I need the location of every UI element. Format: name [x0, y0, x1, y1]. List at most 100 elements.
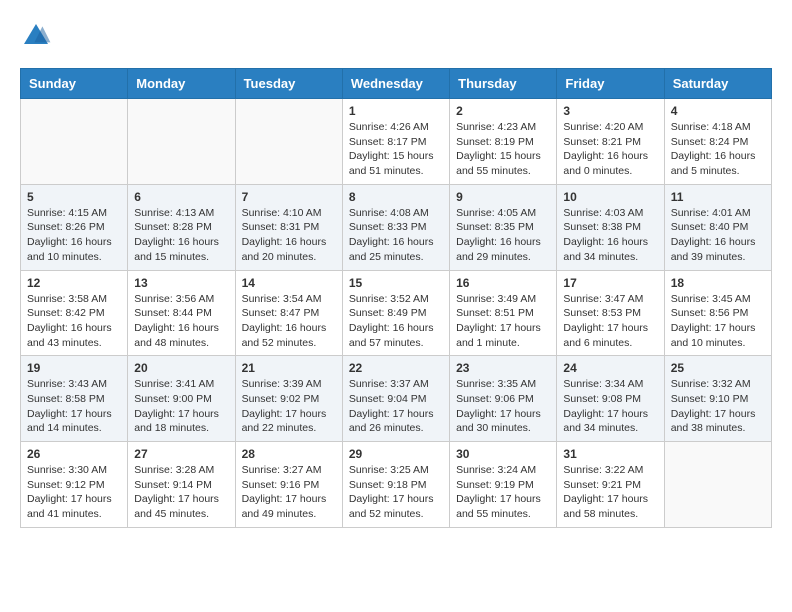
day-number: 2 — [456, 104, 550, 118]
day-cell: 16Sunrise: 3:49 AM Sunset: 8:51 PM Dayli… — [450, 270, 557, 356]
header-tuesday: Tuesday — [235, 69, 342, 99]
day-info: Sunrise: 3:56 AM Sunset: 8:44 PM Dayligh… — [134, 292, 228, 351]
day-info: Sunrise: 3:47 AM Sunset: 8:53 PM Dayligh… — [563, 292, 657, 351]
day-info: Sunrise: 3:24 AM Sunset: 9:19 PM Dayligh… — [456, 463, 550, 522]
day-info: Sunrise: 3:28 AM Sunset: 9:14 PM Dayligh… — [134, 463, 228, 522]
day-cell: 31 Sunrise: 3:22 AM Sunset: 9:21 PM Dayli… — [557, 442, 664, 528]
header-friday: Friday — [557, 69, 664, 99]
day-number: 11 — [671, 190, 765, 204]
day-cell: 23 Sunrise: 3:35 AM Sunset: 9:06 PM Dayli… — [450, 356, 557, 442]
day-number: 30 — [456, 447, 550, 461]
day-cell: 26 Sunrise: 3:30 AM Sunset: 9:12 PM Dayli… — [21, 442, 128, 528]
day-cell: 9 Sunrise: 4:05 AM Sunset: 8:35 PM Daylig… — [450, 184, 557, 270]
day-info: Sunrise: 4:01 AM Sunset: 8:40 PM Dayligh… — [671, 206, 765, 265]
day-cell — [128, 99, 235, 185]
day-cell: 6 Sunrise: 4:13 AM Sunset: 8:28 PM Daylig… — [128, 184, 235, 270]
header-wednesday: Wednesday — [342, 69, 449, 99]
day-number: 19 — [27, 361, 121, 375]
day-info: Sunrise: 3:39 AM Sunset: 9:02 PM Dayligh… — [242, 377, 336, 436]
header-thursday: Thursday — [450, 69, 557, 99]
day-info: Sunrise: 4:26 AM Sunset: 8:17 PM Dayligh… — [349, 120, 443, 179]
header-row: SundayMondayTuesdayWednesdayThursdayFrid… — [21, 69, 772, 99]
day-info: Sunrise: 3:25 AM Sunset: 9:18 PM Dayligh… — [349, 463, 443, 522]
day-number: 10 — [563, 190, 657, 204]
day-cell: 7 Sunrise: 4:10 AM Sunset: 8:31 PM Daylig… — [235, 184, 342, 270]
day-number: 9 — [456, 190, 550, 204]
day-info: Sunrise: 3:58 AM Sunset: 8:42 PM Dayligh… — [27, 292, 121, 351]
day-info: Sunrise: 4:13 AM Sunset: 8:28 PM Dayligh… — [134, 206, 228, 265]
day-cell: 4Sunrise: 4:18 AM Sunset: 8:24 PM Daylig… — [664, 99, 771, 185]
header-monday: Monday — [128, 69, 235, 99]
day-number: 6 — [134, 190, 228, 204]
day-cell: 22 Sunrise: 3:37 AM Sunset: 9:04 PM Dayli… — [342, 356, 449, 442]
day-info: Sunrise: 3:37 AM Sunset: 9:04 PM Dayligh… — [349, 377, 443, 436]
day-cell: 17 Sunrise: 3:47 AM Sunset: 8:53 PM Dayli… — [557, 270, 664, 356]
day-number: 13 — [134, 276, 228, 290]
day-info: Sunrise: 4:03 AM Sunset: 8:38 PM Dayligh… — [563, 206, 657, 265]
day-cell: 5Sunrise: 4:15 AM Sunset: 8:26 PM Daylig… — [21, 184, 128, 270]
day-info: Sunrise: 3:35 AM Sunset: 9:06 PM Dayligh… — [456, 377, 550, 436]
logo — [20, 20, 58, 52]
calendar-header: SundayMondayTuesdayWednesdayThursdayFrid… — [21, 69, 772, 99]
week-row-5: 26 Sunrise: 3:30 AM Sunset: 9:12 PM Dayli… — [21, 442, 772, 528]
header-sunday: Sunday — [21, 69, 128, 99]
day-cell: 20 Sunrise: 3:41 AM Sunset: 9:00 PM Dayli… — [128, 356, 235, 442]
day-info: Sunrise: 4:20 AM Sunset: 8:21 PM Dayligh… — [563, 120, 657, 179]
day-cell: 21 Sunrise: 3:39 AM Sunset: 9:02 PM Dayli… — [235, 356, 342, 442]
calendar-table: SundayMondayTuesdayWednesdayThursdayFrid… — [20, 68, 772, 528]
day-cell: 8Sunrise: 4:08 AM Sunset: 8:33 PM Daylig… — [342, 184, 449, 270]
logo-icon — [20, 20, 52, 52]
day-cell: 27 Sunrise: 3:28 AM Sunset: 9:14 PM Dayli… — [128, 442, 235, 528]
day-info: Sunrise: 4:23 AM Sunset: 8:19 PM Dayligh… — [456, 120, 550, 179]
day-info: Sunrise: 3:22 AM Sunset: 9:21 PM Dayligh… — [563, 463, 657, 522]
day-number: 17 — [563, 276, 657, 290]
day-cell — [664, 442, 771, 528]
week-row-1: 1Sunrise: 4:26 AM Sunset: 8:17 PM Daylig… — [21, 99, 772, 185]
day-info: Sunrise: 3:45 AM Sunset: 8:56 PM Dayligh… — [671, 292, 765, 351]
day-number: 5 — [27, 190, 121, 204]
day-number: 23 — [456, 361, 550, 375]
day-number: 31 — [563, 447, 657, 461]
day-cell: 12 Sunrise: 3:58 AM Sunset: 8:42 PM Dayli… — [21, 270, 128, 356]
day-number: 15 — [349, 276, 443, 290]
day-number: 12 — [27, 276, 121, 290]
day-info: Sunrise: 4:10 AM Sunset: 8:31 PM Dayligh… — [242, 206, 336, 265]
day-number: 4 — [671, 104, 765, 118]
day-number: 3 — [563, 104, 657, 118]
day-number: 8 — [349, 190, 443, 204]
day-info: Sunrise: 3:32 AM Sunset: 9:10 PM Dayligh… — [671, 377, 765, 436]
day-info: Sunrise: 3:41 AM Sunset: 9:00 PM Dayligh… — [134, 377, 228, 436]
day-cell: 25Sunrise: 3:32 AM Sunset: 9:10 PM Dayli… — [664, 356, 771, 442]
header-saturday: Saturday — [664, 69, 771, 99]
day-cell: 11 Sunrise: 4:01 AM Sunset: 8:40 PM Dayli… — [664, 184, 771, 270]
week-row-4: 19Sunrise: 3:43 AM Sunset: 8:58 PM Dayli… — [21, 356, 772, 442]
day-number: 29 — [349, 447, 443, 461]
day-cell: 18 Sunrise: 3:45 AM Sunset: 8:56 PM Dayli… — [664, 270, 771, 356]
day-cell: 29 Sunrise: 3:25 AM Sunset: 9:18 PM Dayli… — [342, 442, 449, 528]
day-cell: 15 Sunrise: 3:52 AM Sunset: 8:49 PM Dayli… — [342, 270, 449, 356]
week-row-2: 5Sunrise: 4:15 AM Sunset: 8:26 PM Daylig… — [21, 184, 772, 270]
day-number: 20 — [134, 361, 228, 375]
day-info: Sunrise: 3:52 AM Sunset: 8:49 PM Dayligh… — [349, 292, 443, 351]
day-number: 18 — [671, 276, 765, 290]
day-info: Sunrise: 4:05 AM Sunset: 8:35 PM Dayligh… — [456, 206, 550, 265]
day-info: Sunrise: 3:27 AM Sunset: 9:16 PM Dayligh… — [242, 463, 336, 522]
day-cell: 19Sunrise: 3:43 AM Sunset: 8:58 PM Dayli… — [21, 356, 128, 442]
day-number: 26 — [27, 447, 121, 461]
day-number: 7 — [242, 190, 336, 204]
day-cell: 13 Sunrise: 3:56 AM Sunset: 8:44 PM Dayli… — [128, 270, 235, 356]
day-number: 27 — [134, 447, 228, 461]
day-info: Sunrise: 3:34 AM Sunset: 9:08 PM Dayligh… — [563, 377, 657, 436]
day-number: 21 — [242, 361, 336, 375]
day-cell: 30 Sunrise: 3:24 AM Sunset: 9:19 PM Dayli… — [450, 442, 557, 528]
day-number: 28 — [242, 447, 336, 461]
page-header — [20, 20, 772, 52]
day-info: Sunrise: 3:30 AM Sunset: 9:12 PM Dayligh… — [27, 463, 121, 522]
calendar-body: 1Sunrise: 4:26 AM Sunset: 8:17 PM Daylig… — [21, 99, 772, 528]
week-row-3: 12 Sunrise: 3:58 AM Sunset: 8:42 PM Dayli… — [21, 270, 772, 356]
day-cell: 2 Sunrise: 4:23 AM Sunset: 8:19 PM Daylig… — [450, 99, 557, 185]
day-cell — [235, 99, 342, 185]
day-cell: 14Sunrise: 3:54 AM Sunset: 8:47 PM Dayli… — [235, 270, 342, 356]
day-cell: 1Sunrise: 4:26 AM Sunset: 8:17 PM Daylig… — [342, 99, 449, 185]
day-number: 22 — [349, 361, 443, 375]
